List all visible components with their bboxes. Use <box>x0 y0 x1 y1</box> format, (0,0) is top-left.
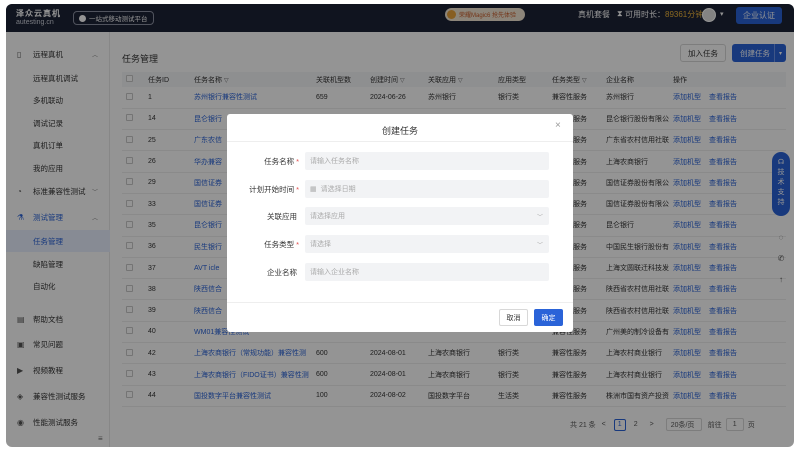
required-mark: * <box>296 185 299 194</box>
app-root: 泽众云真机 autesting.cn 一站式移动测试平台 荣耀Magic6 抢先… <box>0 0 800 451</box>
task-type-select[interactable]: 请选择 ﹀ <box>305 235 549 253</box>
field-label-text: 企业名称 <box>267 268 297 277</box>
dialog-footer-divider <box>227 302 573 303</box>
required-mark: * <box>296 157 299 166</box>
field-label: 计划开始时间 * <box>249 184 299 195</box>
placeholder: 请选择应用 <box>310 213 345 220</box>
chevron-down-icon: ﹀ <box>536 214 543 221</box>
required-mark: * <box>296 240 299 249</box>
field-label-text: 任务名称 <box>264 157 295 166</box>
field-company: 企业名称 请输入企业名称 <box>227 263 573 281</box>
calendar-icon: ▦ <box>310 186 317 193</box>
dialog-title: 创建任务 <box>381 126 418 136</box>
field-label-text: 任务类型 <box>264 240 295 249</box>
placeholder: 请选择日期 <box>320 186 356 193</box>
field-label: 任务名称 * <box>264 156 299 167</box>
field-task-name: 任务名称 * 请输入任务名称 <box>227 152 573 170</box>
field-label-text: 关联应用 <box>267 212 297 221</box>
field-task-type: 任务类型 * 请选择 ﹀ <box>227 235 573 253</box>
field-plan-start: 计划开始时间 * ▦ 请选择日期 <box>227 180 573 198</box>
task-name-input[interactable]: 请输入任务名称 <box>305 152 549 170</box>
placeholder: 请选择 <box>310 241 331 248</box>
dialog-divider <box>227 141 573 142</box>
field-label: 任务类型 * <box>264 239 299 250</box>
company-name-input[interactable]: 请输入企业名称 <box>305 263 549 281</box>
plan-start-date-picker[interactable]: ▦ 请选择日期 <box>305 180 549 198</box>
field-label: 关联应用 <box>267 211 299 222</box>
placeholder: 请输入企业名称 <box>310 269 359 276</box>
placeholder: 请输入任务名称 <box>310 158 359 165</box>
confirm-button[interactable]: 确定 <box>534 309 563 326</box>
field-related-app: 关联应用 请选择应用 ﹀ <box>227 207 573 225</box>
field-label: 企业名称 <box>267 267 299 278</box>
chevron-down-icon: ﹀ <box>536 242 543 249</box>
cancel-button[interactable]: 取消 <box>499 309 528 326</box>
create-task-dialog: 创建任务 × 任务名称 * 请输入任务名称 计划开始时间 * ▦ 请选择日期 关联应用… <box>227 114 573 332</box>
field-label-text: 计划开始时间 <box>249 185 295 194</box>
related-app-select[interactable]: 请选择应用 ﹀ <box>305 207 549 225</box>
close-icon[interactable]: × <box>555 120 561 131</box>
